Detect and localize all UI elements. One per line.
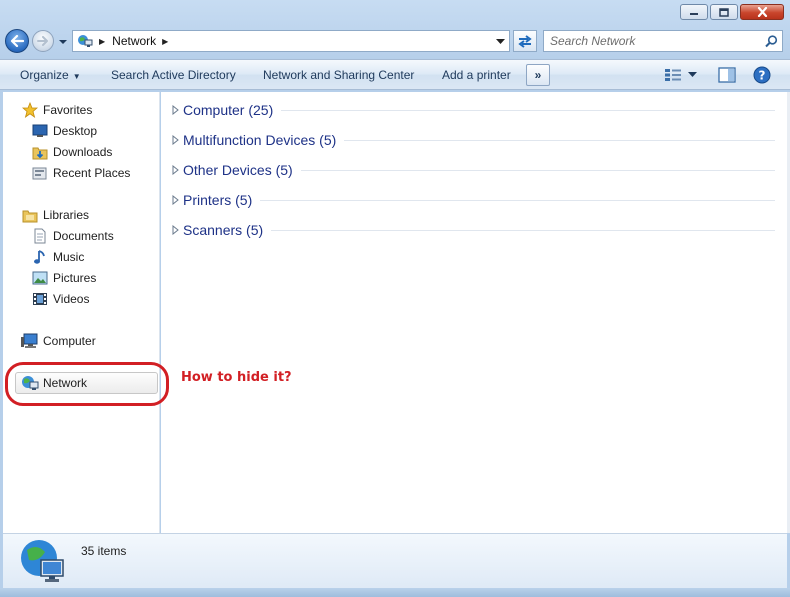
- group-scanners[interactable]: Scanners (5): [161, 219, 781, 241]
- network-large-icon: [21, 540, 64, 582]
- group-other-devices[interactable]: Other Devices (5): [161, 159, 781, 181]
- search-box[interactable]: [543, 30, 783, 52]
- back-arrow-icon: [10, 35, 24, 47]
- expand-arrow-icon[interactable]: [172, 195, 180, 205]
- pictures-icon: [32, 271, 48, 285]
- sidebar-item-libraries[interactable]: Libraries: [21, 205, 89, 225]
- group-divider: [300, 169, 775, 171]
- view-options-dropdown-icon[interactable]: [688, 71, 697, 78]
- file-list: Computer (25) Multifunction Devices (5) …: [161, 92, 787, 533]
- group-computer[interactable]: Computer (25): [161, 99, 781, 121]
- expand-arrow-icon[interactable]: [172, 135, 180, 145]
- annotation-text: How to hide it?: [181, 370, 292, 385]
- group-divider: [260, 199, 775, 201]
- group-divider: [281, 109, 775, 111]
- item-count: 35 items: [81, 544, 127, 558]
- sidebar-item-downloads[interactable]: Downloads: [31, 142, 112, 162]
- help-icon[interactable]: ?: [753, 66, 771, 84]
- search-icon[interactable]: [765, 35, 778, 48]
- breadcrumb-separator[interactable]: ▶: [162, 37, 168, 46]
- address-bar[interactable]: ▶ Network ▶: [72, 30, 510, 52]
- sidebar-label: Libraries: [43, 208, 90, 222]
- sidebar-label: Computer: [43, 334, 96, 348]
- expand-arrow-icon[interactable]: [172, 105, 180, 115]
- breadcrumb-network[interactable]: Network: [112, 34, 156, 48]
- navigation-pane: Favorites Desktop Downloads Recent Place…: [3, 92, 160, 533]
- sidebar-item-recent-places[interactable]: Recent Places: [31, 163, 130, 183]
- expand-arrow-icon[interactable]: [172, 165, 180, 175]
- sidebar-item-desktop[interactable]: Desktop: [31, 121, 97, 141]
- more-commands-button[interactable]: »: [526, 64, 550, 86]
- sidebar-item-favorites[interactable]: Favorites: [21, 100, 92, 120]
- group-label: Other Devices (5): [183, 162, 293, 178]
- maximize-button[interactable]: [710, 4, 738, 20]
- group-printers[interactable]: Printers (5): [161, 189, 781, 211]
- minimize-button[interactable]: [680, 4, 708, 20]
- sidebar-label: Desktop: [53, 124, 98, 138]
- caption-buttons: [678, 4, 784, 20]
- address-dropdown-icon[interactable]: [496, 38, 505, 45]
- back-button[interactable]: [5, 29, 29, 53]
- chevron-down-icon: ▼: [72, 72, 81, 81]
- group-label: Printers (5): [183, 192, 253, 208]
- sidebar-item-pictures[interactable]: Pictures: [31, 268, 96, 288]
- sidebar-label: Favorites: [43, 103, 93, 117]
- videos-icon: [33, 293, 47, 305]
- svg-text:?: ?: [759, 69, 766, 83]
- forward-button[interactable]: [32, 30, 54, 52]
- sidebar-label: Music: [53, 250, 85, 264]
- sidebar-item-videos[interactable]: Videos: [31, 289, 89, 309]
- group-label: Computer (25): [183, 102, 274, 118]
- refresh-icon: [518, 35, 532, 48]
- sidebar-label: Videos: [53, 292, 90, 306]
- sidebar-label: Documents: [53, 229, 114, 243]
- music-icon: [34, 250, 45, 264]
- expand-arrow-icon[interactable]: [172, 225, 180, 235]
- command-bar: Organize ▼ Search Active Directory Networ…: [0, 59, 790, 90]
- group-label: Scanners (5): [183, 222, 264, 238]
- sidebar-item-computer[interactable]: Computer: [21, 331, 96, 351]
- recent-places-icon: [32, 167, 47, 179]
- window-frame-bottom: [0, 588, 790, 597]
- breadcrumb-separator: ▶: [99, 36, 106, 46]
- sidebar-label: Pictures: [53, 271, 97, 285]
- explorer-window: ▶ Network ▶ Organize▼ Search Active Dire…: [0, 0, 790, 597]
- sidebar-item-documents[interactable]: Documents: [31, 226, 114, 246]
- star-icon: [22, 102, 38, 118]
- group-divider: [271, 229, 775, 231]
- group-label: Multifunction Devices (5): [183, 132, 337, 148]
- network-icon: [22, 376, 39, 390]
- network-icon: [78, 35, 93, 47]
- documents-icon: [34, 228, 46, 244]
- organize-button[interactable]: Organize ▼: [20, 68, 81, 82]
- group-multifunction-devices[interactable]: Multifunction Devices (5): [161, 129, 781, 151]
- downloads-folder-icon: [32, 147, 48, 159]
- sidebar-label: Recent Places: [53, 166, 131, 180]
- organize-label: Organize: [20, 68, 69, 82]
- computer-icon: [21, 333, 38, 348]
- search-active-directory-button[interactable]: Search Active Directory: [111, 68, 236, 82]
- sidebar-item-music[interactable]: Music: [31, 247, 84, 267]
- forward-arrow-icon: [37, 36, 48, 46]
- sidebar-item-network[interactable]: Network: [21, 373, 87, 393]
- close-icon: [757, 7, 767, 17]
- maximize-icon: [719, 7, 729, 17]
- search-input[interactable]: [550, 32, 760, 50]
- network-sharing-center-button[interactable]: Network and Sharing Center: [263, 68, 414, 82]
- libraries-icon: [22, 210, 38, 222]
- preview-pane-icon[interactable]: [718, 67, 736, 83]
- sidebar-label: Downloads: [53, 145, 113, 159]
- sidebar-label: Network: [43, 376, 88, 390]
- change-view-icon[interactable]: [664, 68, 682, 82]
- desktop-icon: [32, 124, 48, 137]
- navigation-bar: ▶ Network ▶: [0, 26, 790, 56]
- refresh-button[interactable]: [513, 30, 537, 52]
- recent-pages-dropdown-icon[interactable]: [58, 37, 68, 47]
- minimize-icon: [690, 13, 698, 15]
- close-button[interactable]: [740, 4, 784, 20]
- details-pane: 35 items: [3, 533, 787, 588]
- add-printer-button[interactable]: Add a printer: [442, 68, 511, 82]
- group-divider: [344, 139, 775, 141]
